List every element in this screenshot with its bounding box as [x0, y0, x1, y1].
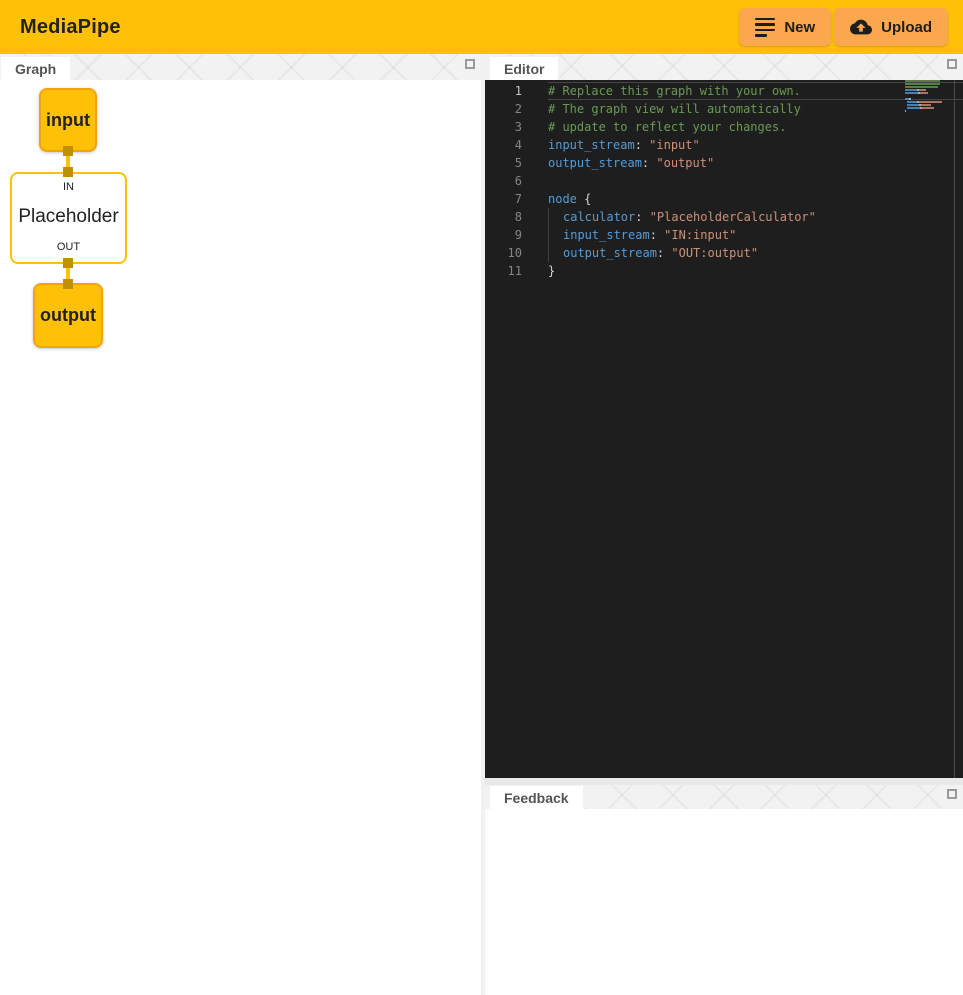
code-text: input_stream: "input" [548, 136, 963, 154]
code-line[interactable]: 5 output_stream: "output" [485, 154, 963, 172]
code-line[interactable]: 11} [485, 262, 963, 280]
horizontal-splitter[interactable] [485, 778, 963, 785]
code-line[interactable]: 10 output_stream: "OUT:output" [485, 244, 963, 262]
in-port-label: IN [63, 181, 74, 193]
code-text: # Replace this graph with your own. [548, 82, 963, 100]
graph-node-input-label: input [46, 110, 90, 131]
feedback-tabstrip: Feedback [485, 785, 963, 809]
minimap[interactable] [905, 80, 945, 113]
graph-tabstrip: Graph [0, 54, 481, 80]
editor-panel: Editor 1 # Replace this graph with your o… [485, 54, 963, 778]
code-line[interactable]: 3 # update to reflect your changes. [485, 118, 963, 136]
maximize-icon[interactable] [465, 59, 475, 69]
subject-icon [755, 18, 775, 37]
line-number: 6 [485, 172, 522, 190]
code-text: calculator: "PlaceholderCalculator" [548, 208, 963, 226]
app-header: MediaPipe New Upload [0, 0, 963, 54]
code-line[interactable]: 2 # The graph view will automatically [485, 100, 963, 118]
graph-node-output[interactable]: output [33, 283, 103, 348]
line-number: 5 [485, 154, 522, 172]
graph-canvas[interactable]: input IN Placeholder OUT output [0, 80, 481, 995]
feedback-panel: Feedback [485, 785, 963, 995]
editor-tabstrip: Editor [485, 54, 963, 80]
port-connector [63, 258, 73, 268]
port-connector [63, 167, 73, 177]
upload-button[interactable]: Upload [834, 8, 948, 46]
app-title: MediaPipe [20, 16, 121, 39]
tab-editor-label: Editor [504, 61, 544, 77]
code-line[interactable]: 6 [485, 172, 963, 190]
tab-feedback[interactable]: Feedback [489, 785, 584, 809]
maximize-icon[interactable] [947, 789, 957, 799]
line-number: 3 [485, 118, 522, 136]
code-text: node { [548, 190, 963, 208]
new-button[interactable]: New [739, 8, 831, 46]
out-port-label: OUT [57, 241, 80, 253]
graph-panel: Graph input IN Placeholder OUT output [0, 54, 481, 995]
code-editor[interactable]: 1 # Replace this graph with your own. 2 # T… [485, 80, 963, 778]
code-line[interactable]: 7 node { [485, 190, 963, 208]
code-text: output_stream: "OUT:output" [548, 244, 963, 262]
overview-ruler [954, 80, 955, 778]
code-text: output_stream: "output" [548, 154, 963, 172]
graph-node-input[interactable]: input [39, 88, 97, 152]
cloud-upload-icon [850, 16, 872, 38]
port-connector [63, 146, 73, 156]
line-number: 4 [485, 136, 522, 154]
code-lines[interactable]: 1 # Replace this graph with your own. 2 # T… [485, 82, 963, 280]
code-line[interactable]: 1 # Replace this graph with your own. [485, 82, 963, 100]
mediapipe-visualizer: MediaPipe New Upload Graph [0, 0, 963, 995]
tab-feedback-label: Feedback [504, 790, 569, 806]
graph-node-placeholder-label: Placeholder [18, 206, 118, 228]
code-text: } [548, 262, 963, 280]
upload-button-label: Upload [881, 19, 932, 36]
port-connector [63, 279, 73, 289]
graph-node-placeholder[interactable]: IN Placeholder OUT [10, 172, 127, 264]
code-text: # update to reflect your changes. [548, 118, 963, 136]
graph-node-output-label: output [40, 305, 96, 326]
line-number: 11 [485, 262, 522, 280]
tab-graph[interactable]: Graph [0, 56, 71, 80]
line-number: 1 [485, 82, 522, 100]
header-buttons: New Upload [739, 8, 948, 46]
line-number: 7 [485, 190, 522, 208]
code-text: # The graph view will automatically [548, 100, 963, 118]
feedback-content [485, 809, 963, 995]
maximize-icon[interactable] [947, 59, 957, 69]
line-number: 2 [485, 100, 522, 118]
code-text [548, 172, 963, 190]
code-text: input_stream: "IN:input" [548, 226, 963, 244]
code-line[interactable]: 8 calculator: "PlaceholderCalculator" [485, 208, 963, 226]
line-number: 10 [485, 244, 522, 262]
code-line[interactable]: 9 input_stream: "IN:input" [485, 226, 963, 244]
tab-editor[interactable]: Editor [489, 56, 559, 80]
line-number: 8 [485, 208, 522, 226]
line-number: 9 [485, 226, 522, 244]
tab-graph-label: Graph [15, 61, 56, 77]
code-line[interactable]: 4 input_stream: "input" [485, 136, 963, 154]
new-button-label: New [784, 19, 815, 36]
